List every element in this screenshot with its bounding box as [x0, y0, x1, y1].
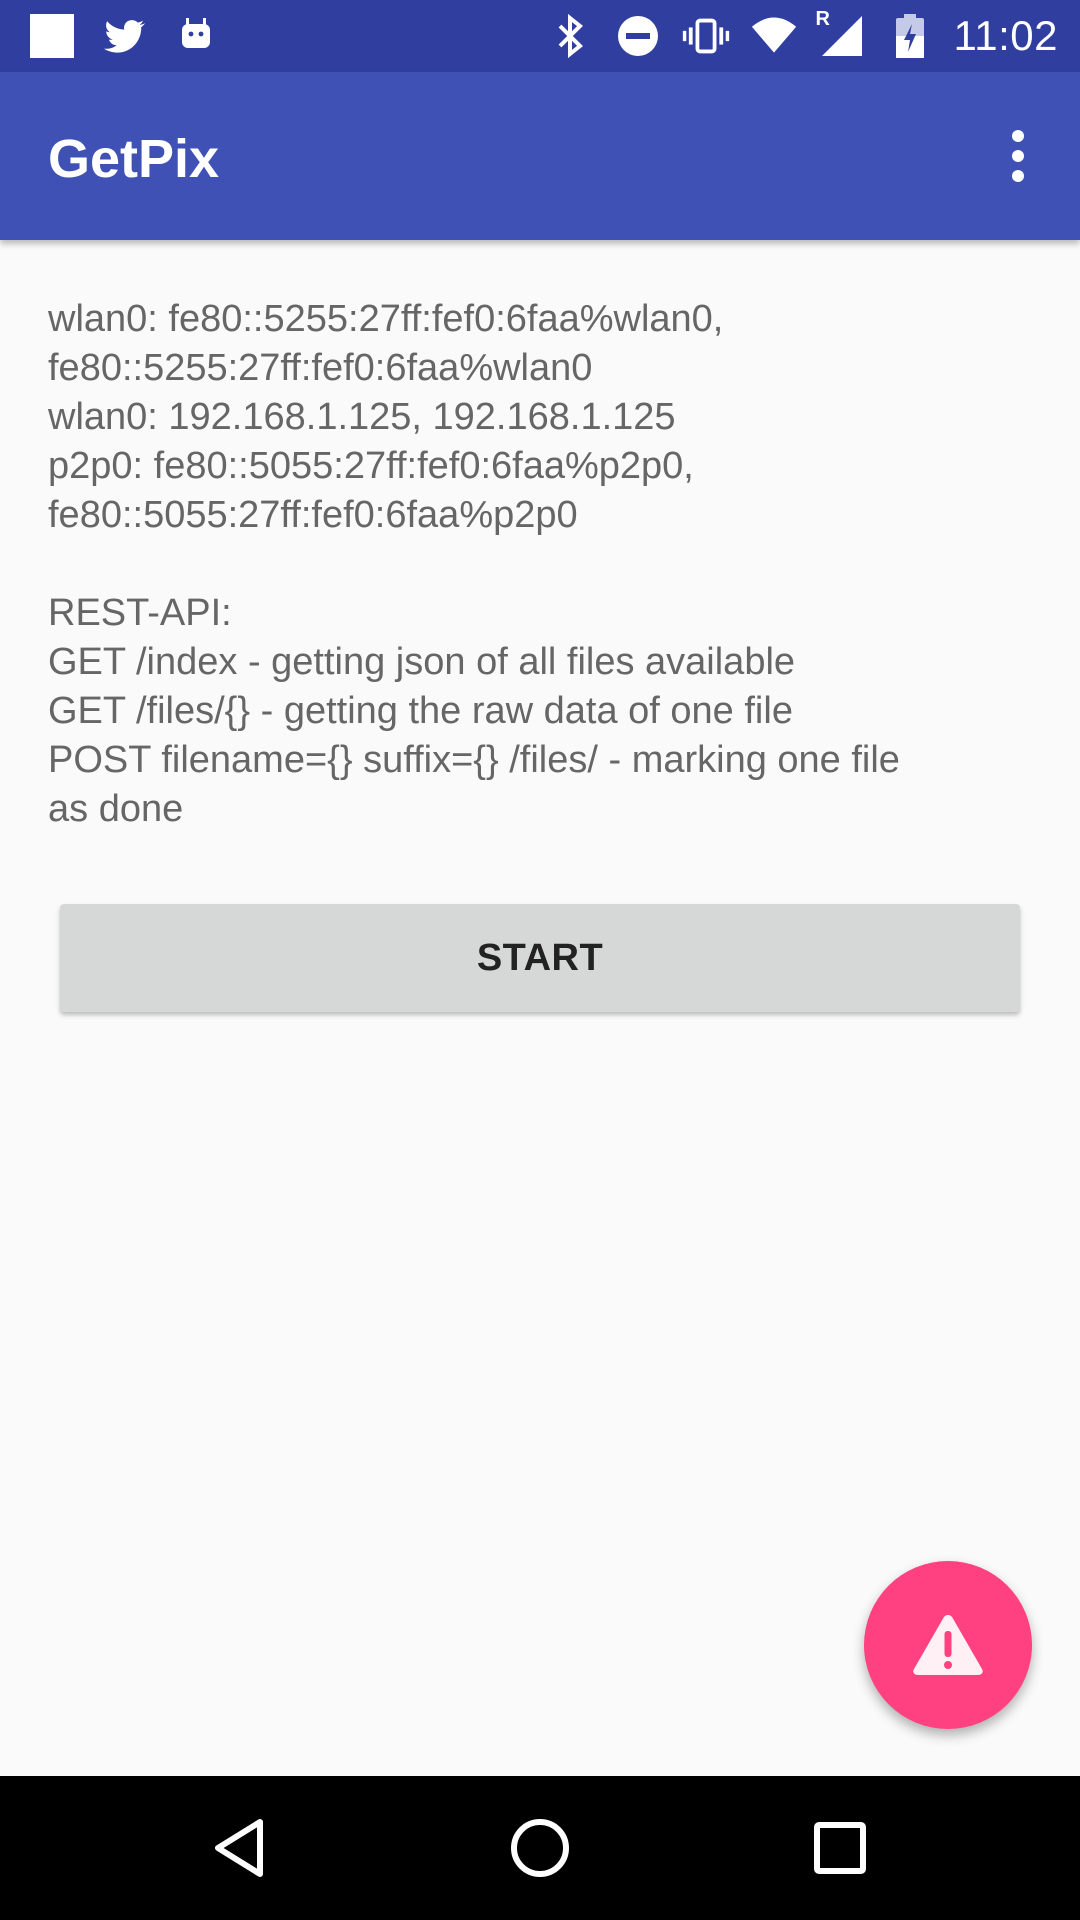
- recents-button[interactable]: [792, 1800, 888, 1896]
- interface-line: fe80::5255:27ff:fef0:6faa%wlan0: [48, 347, 593, 389]
- interface-line: wlan0: fe80::5255:27ff:fef0:6faa%wlan0,: [48, 298, 724, 340]
- api-line: POST filename={} suffix={} /files/ - mar…: [48, 739, 900, 781]
- api-line: GET /index - getting json of all files a…: [48, 641, 796, 683]
- home-icon: [511, 1819, 569, 1877]
- clock: 11:02: [953, 12, 1058, 59]
- interface-line: p2p0: fe80::5055:27ff:fef0:6faa%p2p0,: [48, 445, 694, 487]
- notification-icons: [28, 10, 220, 62]
- wifi-icon: [750, 12, 798, 60]
- signal-icon: R: [816, 8, 866, 60]
- warning-icon: [913, 1615, 983, 1675]
- app-bar: GetPix: [0, 72, 1080, 240]
- overflow-menu-button[interactable]: [980, 118, 1056, 194]
- api-line: as done: [48, 788, 184, 830]
- interface-line: wlan0: 192.168.1.125, 192.168.1.125: [48, 396, 676, 438]
- recents-icon: [814, 1822, 866, 1874]
- battery-icon: [886, 12, 934, 60]
- vibrate-icon: [682, 12, 730, 60]
- twitter-icon: [100, 12, 148, 60]
- info-text: wlan0: fe80::5255:27ff:fef0:6faa%wlan0, …: [48, 295, 1038, 834]
- home-button[interactable]: [492, 1800, 588, 1896]
- back-button[interactable]: [192, 1800, 288, 1896]
- api-heading: REST-API:: [48, 592, 232, 634]
- warning-fab[interactable]: [864, 1561, 1032, 1729]
- square-notification-icon: [28, 12, 76, 60]
- roaming-label: R: [815, 8, 830, 30]
- start-button[interactable]: START: [60, 904, 1020, 1012]
- do-not-disturb-icon: [614, 12, 662, 60]
- navigation-bar: [0, 1776, 1080, 1920]
- api-line: GET /files/{} - getting the raw data of …: [48, 690, 793, 732]
- back-icon: [215, 1819, 263, 1877]
- status-bar: R 11:02: [0, 0, 1080, 72]
- more-vert-icon: [1012, 130, 1024, 182]
- system-icons: R 11:02: [546, 8, 1059, 62]
- android-icon: [172, 12, 220, 60]
- bluetooth-icon: [546, 12, 594, 60]
- app-title: GetPix: [48, 129, 220, 189]
- interface-line: fe80::5055:27ff:fef0:6faa%p2p0: [48, 494, 578, 536]
